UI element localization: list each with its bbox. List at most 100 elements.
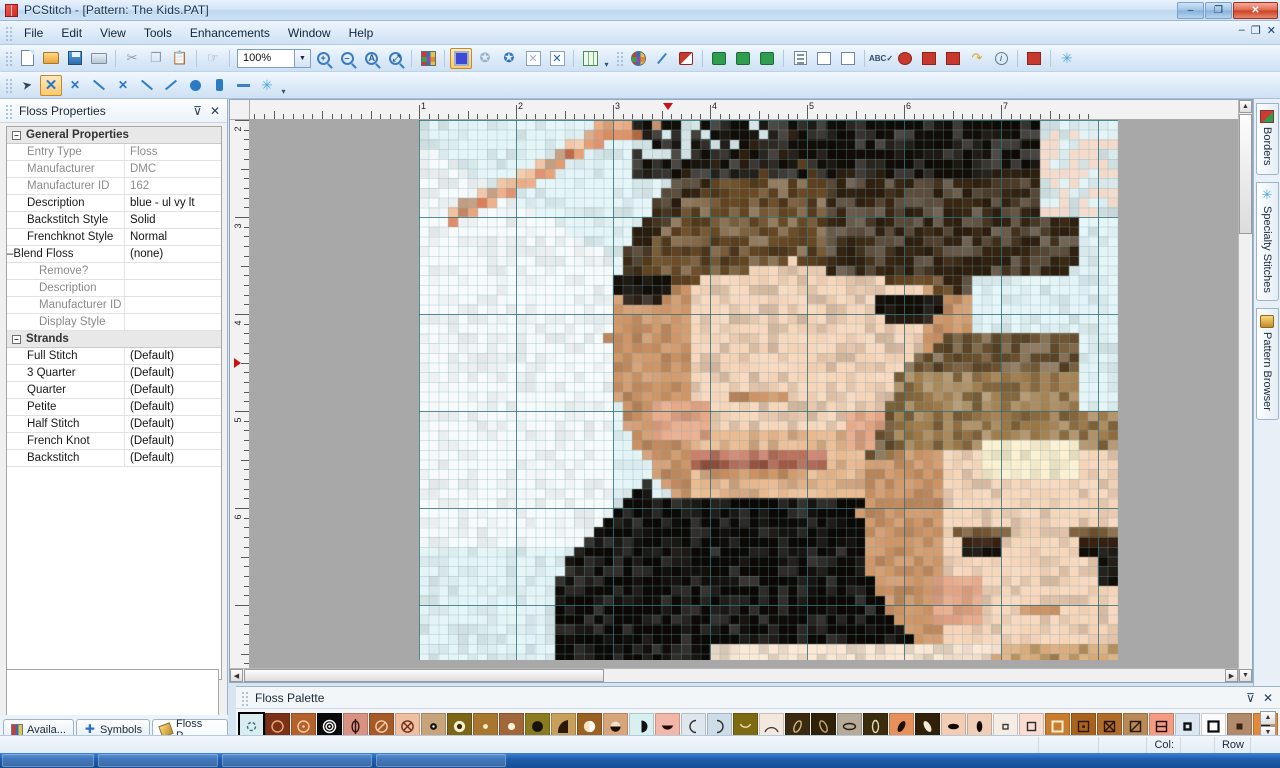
palette-icon[interactable] <box>417 48 439 69</box>
scroll-down-button[interactable]: ▼ <box>1239 669 1252 682</box>
zoom-fit-icon[interactable]: ⤢ <box>384 48 406 69</box>
horizontal-scrollbar[interactable]: ◀ ▶ <box>230 668 1238 682</box>
menu-item-help[interactable]: Help <box>340 23 383 43</box>
property-row[interactable]: Description <box>7 280 221 297</box>
specialty-burst-icon[interactable]: ✳ <box>256 75 278 96</box>
property-row[interactable]: Display Style <box>7 314 221 331</box>
menu-item-window[interactable]: Window <box>279 23 340 43</box>
collapse-icon[interactable]: – <box>12 334 21 344</box>
mdi-close-button[interactable]: ✕ <box>1267 24 1276 37</box>
menu-grip-icon[interactable] <box>4 24 12 41</box>
toolbar-grip-icon[interactable] <box>615 50 623 66</box>
stitch-cells[interactable] <box>419 120 1118 660</box>
property-group-general[interactable]: – General Properties <box>7 127 221 144</box>
grid-icon[interactable] <box>579 48 601 69</box>
property-row[interactable]: Quarter (Default) <box>7 382 221 399</box>
property-row[interactable]: Frenchknot Style Normal <box>7 229 221 246</box>
tab-pattern-browser[interactable]: Pattern Browser <box>1255 308 1279 421</box>
undo-arrow-icon[interactable]: ↷ <box>966 48 988 69</box>
color-block-view-icon[interactable] <box>450 47 472 69</box>
document-list-icon[interactable] <box>789 48 811 69</box>
close-icon[interactable]: ✕ <box>210 104 220 118</box>
spell-check-icon[interactable]: ABC✓ <box>869 48 893 69</box>
floppy-disk-icon[interactable] <box>64 48 86 69</box>
property-value[interactable] <box>125 263 221 279</box>
menu-item-file[interactable]: File <box>15 23 52 43</box>
property-value[interactable]: (Default) <box>125 433 221 449</box>
copy-icon[interactable]: ❐ <box>145 48 167 69</box>
property-value[interactable]: (Default) <box>125 365 221 381</box>
scissors-icon[interactable]: ✂ <box>121 48 143 69</box>
mdi-minimize-button[interactable]: – <box>1239 24 1245 37</box>
scroll-thumb[interactable] <box>244 669 604 682</box>
fabric-setup-icon[interactable] <box>942 48 964 69</box>
scroll-left-button[interactable]: ◀ <box>230 669 243 682</box>
taskbar-item[interactable] <box>98 754 218 767</box>
arrow-pointer-icon[interactable]: ➤ <box>16 75 38 96</box>
stitch-chart[interactable] <box>419 120 1118 660</box>
new-document-icon[interactable] <box>16 48 38 69</box>
close-icon[interactable]: ✕ <box>1263 691 1273 705</box>
menu-item-tools[interactable]: Tools <box>135 23 181 43</box>
property-value[interactable]: Solid <box>125 212 221 228</box>
vertical-scrollbar[interactable]: ▲ ▼ <box>1238 100 1252 682</box>
stitch-color-view-icon[interactable]: ✕ <box>546 48 568 69</box>
scroll-up-button[interactable]: ▲ <box>1239 100 1252 113</box>
property-value[interactable]: (Default) <box>125 416 221 432</box>
half-stitch-left-icon[interactable] <box>136 75 158 96</box>
property-value[interactable] <box>125 314 221 330</box>
zoom-in-icon[interactable]: + <box>312 48 334 69</box>
property-row[interactable]: Backstitch (Default) <box>7 450 221 467</box>
panel-grip-icon[interactable] <box>240 689 248 706</box>
pin-icon[interactable]: ⊽ <box>1246 691 1255 705</box>
scroll-thumb[interactable] <box>1239 114 1252 234</box>
format-painter-icon[interactable]: ☞ <box>202 48 224 69</box>
color-chart-icon[interactable] <box>918 48 940 69</box>
petite-stitch-icon[interactable]: ✕ <box>112 75 134 96</box>
pin-icon[interactable]: ⊽ <box>193 104 202 118</box>
pattern-canvas[interactable] <box>250 120 1238 668</box>
symbol-view-icon[interactable]: ✪ <box>474 48 496 69</box>
export-picture-icon[interactable] <box>756 48 778 69</box>
quarter-stitch-icon[interactable] <box>88 75 110 96</box>
taskbar-item[interactable] <box>376 754 506 767</box>
page-columns-icon[interactable] <box>813 48 835 69</box>
printer-icon[interactable] <box>88 48 110 69</box>
property-row[interactable]: Full Stitch (Default) <box>7 348 221 365</box>
specialty-stitches-icon[interactable]: ✳ <box>1056 48 1078 69</box>
tab-borders[interactable]: Borders <box>1255 103 1279 175</box>
full-cross-stitch-icon[interactable]: ✕ <box>40 74 62 96</box>
info-circle-icon[interactable]: i <box>990 48 1012 69</box>
menu-item-view[interactable]: View <box>91 23 135 43</box>
three-quarter-stitch-icon[interactable]: ✕ <box>64 75 86 96</box>
toolbar-overflow-icon[interactable]: ▾ <box>279 75 288 96</box>
property-value[interactable] <box>125 297 221 313</box>
floss-usage-icon[interactable] <box>894 48 916 69</box>
property-value[interactable]: blue - ul vy lt <box>125 195 221 211</box>
backstitch-line-icon[interactable] <box>232 75 254 96</box>
property-value[interactable]: Normal <box>125 229 221 245</box>
property-value[interactable]: (none) <box>125 246 221 262</box>
property-row[interactable]: Half Stitch (Default) <box>7 416 221 433</box>
toolbar-grip-icon[interactable] <box>4 50 12 66</box>
eyedropper-icon[interactable] <box>651 48 673 69</box>
maximize-button[interactable]: ❐ <box>1205 2 1232 19</box>
property-value[interactable]: 162 <box>125 178 221 194</box>
mdi-restore-button[interactable]: ❐ <box>1251 24 1261 37</box>
toolbar-grip-icon[interactable] <box>4 77 12 93</box>
toolbar-overflow-icon[interactable]: ▾ <box>602 48 611 69</box>
tab-specialty-stitches[interactable]: ✳ Specialty Stitches <box>1255 181 1279 302</box>
zoom-level-input[interactable]: 100% <box>237 48 295 68</box>
close-button[interactable]: ✕ <box>1233 2 1278 19</box>
property-value[interactable]: (Default) <box>125 399 221 415</box>
property-value[interactable]: (Default) <box>125 348 221 364</box>
property-row[interactable]: 3 Quarter (Default) <box>7 365 221 382</box>
clipboard-icon[interactable]: 📋 <box>169 48 191 69</box>
property-row-blend-floss[interactable]: – Blend Floss (none) <box>7 246 221 263</box>
property-row[interactable]: Petite (Default) <box>7 399 221 416</box>
toolbar-overflow-icon[interactable] <box>1079 48 1088 69</box>
palette-swirl-icon[interactable] <box>627 48 649 69</box>
chevron-down-icon[interactable]: ▼ <box>295 48 311 68</box>
property-value[interactable]: (Default) <box>125 450 221 466</box>
zoom-actual-icon[interactable]: A <box>360 48 382 69</box>
